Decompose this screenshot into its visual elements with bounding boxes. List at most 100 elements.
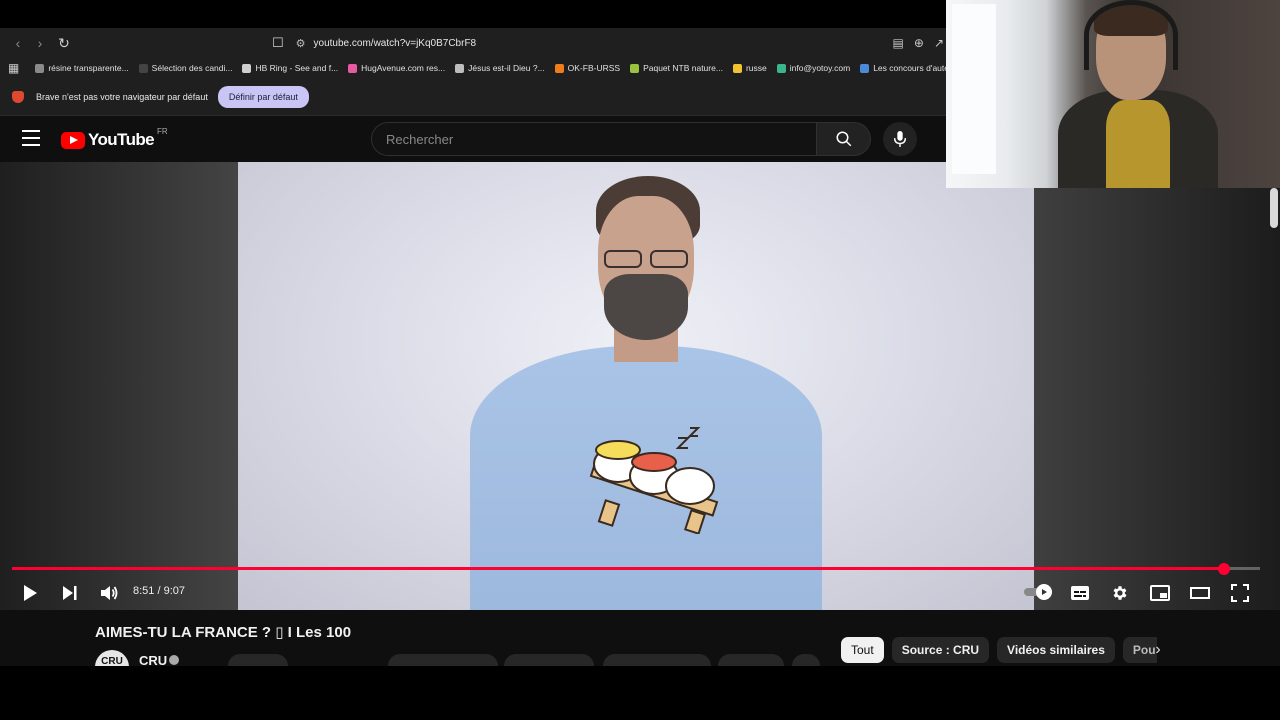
url-text[interactable]: youtube.com/watch?v=jKq0B7CbrF8 bbox=[314, 38, 477, 49]
bookmark-label: HugAvenue.com res... bbox=[361, 63, 446, 73]
bookmark-label: russe bbox=[745, 63, 767, 73]
player-controls: 8:51 / 9:07 bbox=[0, 576, 1280, 610]
apps-grid-icon[interactable]: ▦ bbox=[8, 61, 19, 75]
clip-button[interactable] bbox=[718, 654, 784, 666]
theater-mode-button[interactable] bbox=[1186, 579, 1214, 607]
bookmark-label: Paquet NTB nature... bbox=[643, 63, 723, 73]
bookmark-item[interactable]: info@yotoy.com bbox=[776, 63, 851, 73]
bookmark-item[interactable]: HB Ring - See and f... bbox=[242, 63, 338, 73]
play-button[interactable] bbox=[16, 579, 44, 607]
autoplay-play-icon bbox=[1036, 584, 1052, 600]
bookmark-favicon bbox=[242, 63, 252, 73]
set-default-button[interactable]: Définir par défaut bbox=[217, 85, 309, 108]
page-scrollbar[interactable] bbox=[1270, 188, 1278, 228]
next-button[interactable] bbox=[56, 579, 84, 607]
chip-tout[interactable]: Tout bbox=[841, 637, 884, 663]
webcam-person-shirt bbox=[1106, 100, 1170, 188]
bookmark-label: Jésus est-il Dieu ?... bbox=[468, 63, 545, 73]
webcam-overlay bbox=[946, 0, 1280, 188]
bookmark-favicon bbox=[348, 63, 358, 73]
player-letterbox-right bbox=[1034, 162, 1280, 610]
reload-icon[interactable]: ↻ bbox=[54, 33, 74, 53]
bookmark-favicon bbox=[630, 63, 640, 73]
play-icon bbox=[24, 585, 37, 601]
subtitles-button[interactable] bbox=[1066, 579, 1094, 607]
share-button[interactable] bbox=[504, 654, 594, 666]
mute-button[interactable] bbox=[95, 579, 123, 607]
infobar-message: Brave n'est pas votre navigateur par déf… bbox=[36, 91, 208, 102]
bookmark-item[interactable]: OK-FB-URSS bbox=[554, 63, 620, 73]
bookmark-item[interactable]: Jésus est-il Dieu ?... bbox=[455, 63, 545, 73]
autoplay-toggle[interactable] bbox=[1024, 584, 1054, 600]
chip-similar-videos[interactable]: Vidéos similaires bbox=[997, 637, 1115, 663]
bookmark-item[interactable]: Paquet NTB nature... bbox=[630, 63, 723, 73]
like-dislike-buttons[interactable] bbox=[388, 654, 498, 666]
forward-icon[interactable]: › bbox=[30, 33, 50, 53]
chevron-right-icon[interactable]: › bbox=[1148, 640, 1168, 660]
address-bar-actions: ▤ ⊕ ↗ bbox=[893, 28, 946, 58]
related-chips: Tout Source : CRU Vidéos similaires Pou bbox=[841, 637, 1157, 663]
verified-badge-icon bbox=[169, 655, 179, 665]
video-title: AIMES-TU LA FRANCE ? ▯ I Les 100 bbox=[95, 624, 352, 641]
bookmark-item[interactable]: HugAvenue.com res... bbox=[348, 63, 445, 73]
back-icon[interactable]: ‹ bbox=[8, 33, 28, 53]
bookmark-item[interactable]: Les concours d'aute... bbox=[860, 63, 946, 73]
miniplayer-button[interactable] bbox=[1146, 579, 1174, 607]
cast-icon[interactable]: ▤ bbox=[893, 36, 904, 50]
site-info-icon[interactable]: ⚙ bbox=[296, 37, 306, 50]
voice-search-button[interactable] bbox=[883, 122, 917, 156]
bookmark-item[interactable]: russe bbox=[732, 63, 767, 73]
subscribe-button[interactable] bbox=[228, 654, 288, 666]
scrubber-handle[interactable] bbox=[1217, 562, 1230, 575]
time-display: 8:51 / 9:07 bbox=[133, 585, 185, 597]
bookmark-item[interactable]: Sélection des candi... bbox=[138, 63, 232, 73]
bookmark-item[interactable]: résine transparente... bbox=[35, 63, 129, 73]
progress-played bbox=[12, 567, 1224, 570]
subtitles-icon bbox=[1071, 586, 1089, 600]
microphone-icon bbox=[893, 131, 907, 147]
fullscreen-button[interactable] bbox=[1226, 579, 1254, 607]
bookmark-favicon bbox=[138, 63, 148, 73]
bookmark-favicon bbox=[455, 63, 465, 73]
headset-icon bbox=[1084, 0, 1178, 70]
fullscreen-icon bbox=[1231, 584, 1249, 602]
player-letterbox-left bbox=[0, 162, 238, 610]
bookmark-icon[interactable]: ☐ bbox=[272, 35, 284, 51]
bookmark-label: info@yotoy.com bbox=[789, 63, 851, 73]
search-button[interactable] bbox=[817, 122, 871, 156]
address-bar: ‹ › ↻ ☐ ⚙ youtube.com/watch?v=jKq0B7CbrF… bbox=[0, 28, 946, 58]
volume-icon bbox=[101, 586, 118, 600]
share-icon[interactable]: ↗ bbox=[934, 36, 944, 50]
sushi-print-illustration bbox=[589, 427, 719, 534]
settings-button[interactable] bbox=[1106, 579, 1134, 607]
youtube-logo[interactable]: YouTube FR bbox=[61, 126, 168, 150]
country-code: FR bbox=[157, 126, 168, 136]
skip-next-icon bbox=[63, 586, 77, 600]
default-browser-infobar: Brave n'est pas votre navigateur par déf… bbox=[0, 78, 946, 116]
more-actions-button[interactable] bbox=[792, 654, 820, 666]
youtube-play-logo-icon bbox=[61, 131, 85, 149]
search-icon bbox=[836, 131, 851, 147]
bookmarks-bar: ▦ résine transparente... Sélection des c… bbox=[0, 58, 946, 78]
gear-icon bbox=[1113, 586, 1127, 600]
brave-lion-icon bbox=[12, 90, 24, 103]
window-top-strip bbox=[0, 0, 946, 28]
bookmark-label: HB Ring - See and f... bbox=[255, 63, 339, 73]
bookmark-favicon bbox=[776, 63, 786, 73]
search-input[interactable] bbox=[386, 131, 816, 147]
bookmark-label: Les concours d'aute... bbox=[873, 63, 946, 73]
video-frame[interactable] bbox=[238, 162, 1034, 610]
zoom-icon[interactable]: ⊕ bbox=[914, 36, 924, 50]
chip-source-cru[interactable]: Source : CRU bbox=[891, 637, 990, 663]
video-player[interactable]: 8:51 / 9:07 bbox=[0, 162, 1280, 610]
progress-bar[interactable] bbox=[12, 562, 1260, 575]
miniplayer-icon bbox=[1150, 585, 1170, 601]
channel-avatar[interactable]: CRU bbox=[95, 650, 129, 666]
person-beard bbox=[604, 274, 688, 340]
video-info-section: AIMES-TU LA FRANCE ? ▯ I Les 100 CRU CRU… bbox=[0, 610, 1280, 666]
bookmark-favicon bbox=[554, 63, 564, 73]
download-button[interactable] bbox=[603, 654, 711, 666]
webcam-background-window bbox=[952, 4, 996, 174]
channel-name[interactable]: CRU bbox=[139, 653, 167, 666]
hamburger-menu-icon[interactable] bbox=[22, 130, 40, 146]
